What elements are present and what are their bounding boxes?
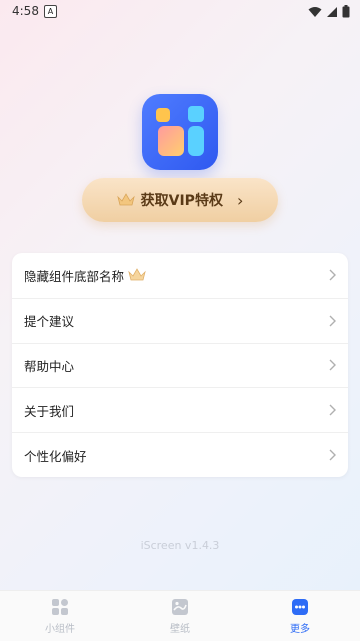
app-logo [142,94,218,170]
menu-item-label: 隐藏组件底部名称 [24,268,125,284]
menu-item-preferences[interactable]: 个性化偏好 [12,432,348,477]
chevron-right-icon: › [236,190,244,210]
menu-item-label: 关于我们 [24,403,75,419]
tab-label: 小组件 [45,623,75,635]
wifi-icon [308,6,322,17]
notification-icon: A [44,5,57,18]
widgets-icon [52,598,68,615]
version-label: iScreen v1.4.3 [140,539,220,552]
more-icon [292,598,308,615]
tab-widgets[interactable]: 小组件 [0,591,120,641]
status-icons [308,5,350,18]
menu-item-suggestion[interactable]: 提个建议 [12,297,348,343]
status-time: 4:58 [12,4,39,18]
tab-more[interactable]: 更多 [240,591,360,641]
menu-item-label: 提个建议 [24,314,75,330]
chevron-right-icon [329,315,336,327]
settings-card: 隐藏组件底部名称 提个建议 帮助中心 关于我们 个性化偏好 [12,253,348,477]
chevron-right-icon [329,449,336,461]
chevron-right-icon [329,269,336,281]
menu-item-label: 帮助中心 [24,358,75,374]
wallpaper-icon [172,598,188,615]
tab-wallpaper[interactable]: 壁纸 [120,591,240,641]
chevron-right-icon [329,359,336,371]
tab-label: 更多 [290,623,310,635]
tab-label: 壁纸 [170,623,190,635]
signal-icon [327,6,337,17]
crown-icon [116,193,135,206]
menu-item-hide-widget-name[interactable]: 隐藏组件底部名称 [12,253,348,298]
chevron-right-icon [329,404,336,416]
vip-label: 获取VIP特权 [140,193,223,209]
battery-icon [342,5,350,18]
crown-icon [128,268,146,281]
bottom-tab-bar: 小组件 壁纸 更多 [0,590,360,641]
get-vip-button[interactable]: 获取VIP特权 › [82,178,278,222]
menu-item-label: 个性化偏好 [24,448,87,464]
status-bar: 4:58 A [0,0,360,24]
menu-item-about-us[interactable]: 关于我们 [12,387,348,432]
menu-item-help-center[interactable]: 帮助中心 [12,342,348,388]
